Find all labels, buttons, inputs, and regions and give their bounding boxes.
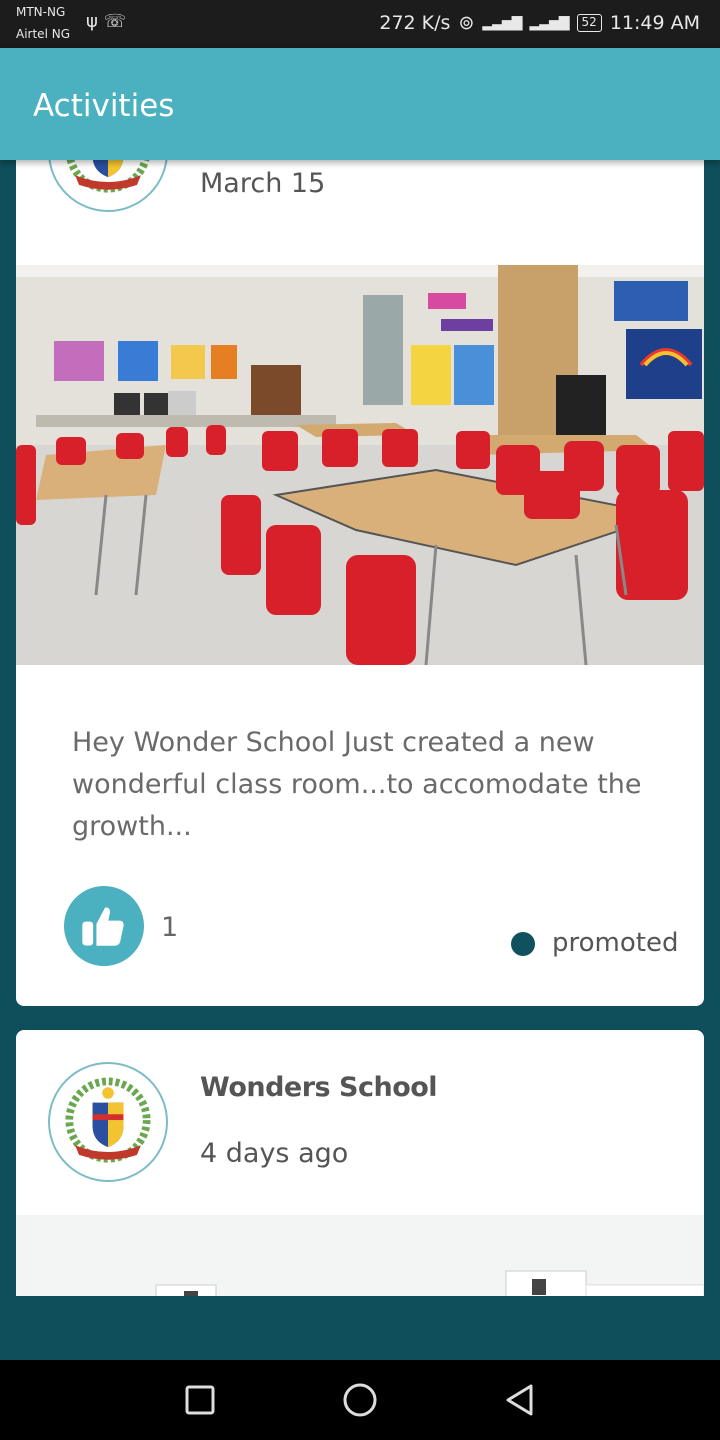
post-author: Wonders School (200, 1072, 438, 1103)
thumbs-up-icon (82, 907, 124, 946)
hotspot-icon: ⊚ (458, 12, 475, 34)
school-logo-avatar (48, 1062, 168, 1182)
status-right: 272 K/s ⊚ ▂▃▅▇ ▂▃▅▇ 52 11:49 AM (379, 12, 700, 34)
school-crest-icon (52, 160, 164, 209)
app-bar: Activities (0, 48, 720, 160)
like-count: 1 (161, 912, 179, 943)
post-date: 4 days ago (200, 1138, 349, 1169)
classroom-photo (16, 265, 704, 665)
clock: 11:49 AM (609, 12, 700, 34)
usb-icon: ψ (86, 11, 98, 32)
notification-icons: ψ ☏ (86, 11, 126, 32)
battery-icon: 52 (576, 14, 602, 32)
post-text: Hey Wonder School Just created a new won… (72, 727, 642, 842)
post-image[interactable] (16, 1215, 704, 1296)
carrier-primary: MTN-NG (16, 5, 66, 19)
carrier-secondary: Airtel NG (16, 27, 70, 41)
activity-card[interactable]: Wonders School 4 days ago (16, 1030, 704, 1296)
post-image[interactable] (16, 265, 704, 665)
activity-feed[interactable]: March 15 Hey Wonder School Just created … (0, 160, 720, 1296)
whatsapp-icon: ☏ (103, 11, 127, 32)
status-bar: MTN-NG Airtel NG ψ ☏ 272 K/s ⊚ ▂▃▅▇ ▂▃▅▇… (0, 0, 720, 48)
page-title: Activities (33, 88, 175, 124)
school-crest-icon (51, 1065, 165, 1179)
system-nav-bar (0, 1360, 720, 1440)
school-logo-avatar (48, 160, 168, 212)
network-speed: 272 K/s (379, 12, 451, 34)
status-label: promoted (552, 928, 679, 958)
status-dot (511, 932, 535, 956)
signal-icon: ▂▃▅▇ (482, 15, 522, 31)
signal-icon-2: ▂▃▅▇ (529, 15, 569, 31)
home-icon[interactable] (338, 1378, 382, 1422)
activity-card[interactable]: March 15 Hey Wonder School Just created … (16, 160, 704, 1006)
building-photo (16, 1215, 704, 1296)
back-icon[interactable] (498, 1378, 542, 1422)
post-date: March 15 (200, 168, 326, 199)
like-button[interactable] (64, 886, 144, 966)
recent-apps-icon[interactable] (178, 1378, 222, 1422)
